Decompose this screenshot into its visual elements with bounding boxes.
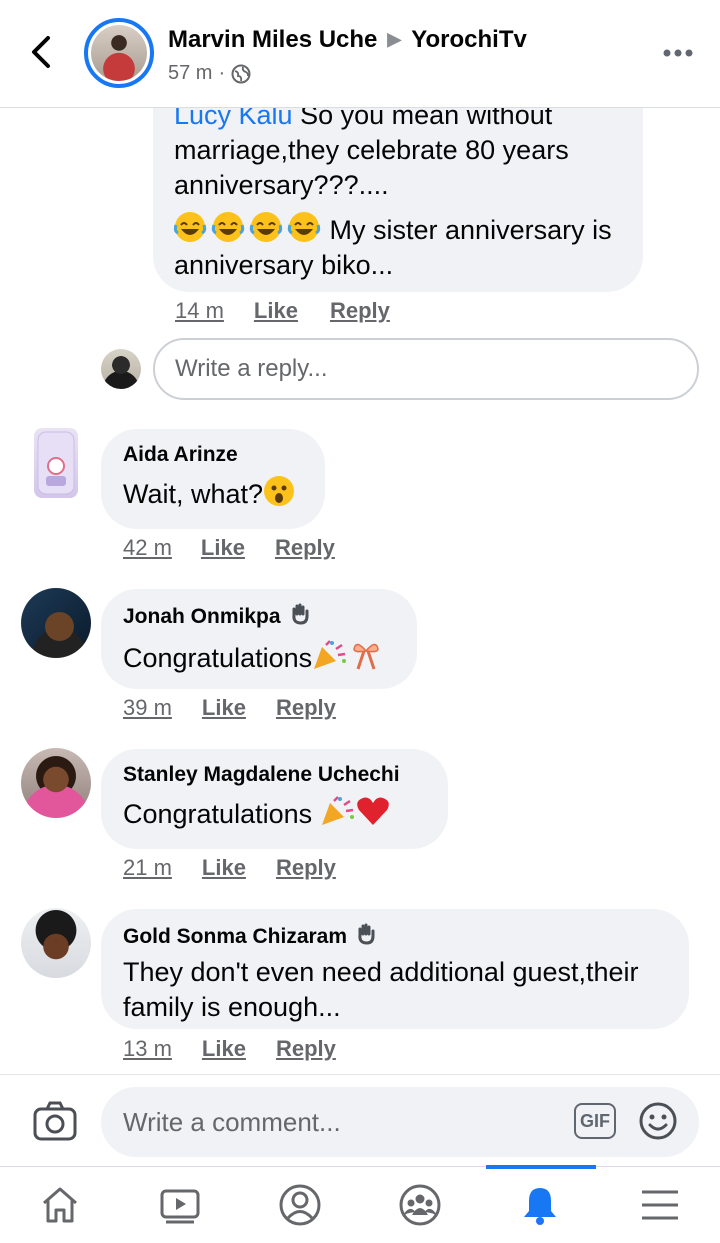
reply-button[interactable]: Reply	[276, 695, 336, 721]
like-button[interactable]: Like	[202, 855, 246, 881]
like-button[interactable]: Like	[202, 695, 246, 721]
comment-actions: 13 m Like Reply	[123, 1036, 336, 1062]
groups-icon	[399, 1184, 441, 1226]
reply-placeholder: Write a reply...	[175, 355, 328, 382]
like-button[interactable]: Like	[202, 1036, 246, 1062]
comment-author[interactable]: Stanley Magdalene Uchechi	[123, 763, 426, 787]
comment-time[interactable]: 21 m	[123, 855, 172, 881]
comment-author-line: Jonah Onmikpa	[123, 603, 395, 631]
comment-composer: Write a comment... GIF	[0, 1074, 720, 1167]
waving-hand-badge-icon	[289, 603, 311, 631]
comment-time[interactable]: 42 m	[123, 535, 172, 561]
like-button[interactable]: Like	[254, 298, 298, 324]
laughing-emoji-icon	[174, 212, 330, 245]
reply-button[interactable]: Reply	[275, 535, 335, 561]
reply-button[interactable]: Reply	[276, 1036, 336, 1062]
avatar[interactable]	[21, 748, 91, 818]
home-icon	[43, 1187, 77, 1223]
avatar[interactable]	[21, 588, 91, 658]
my-avatar	[101, 349, 141, 389]
author-avatar[interactable]	[84, 18, 154, 88]
post-page-name[interactable]: YorochiTv	[411, 26, 527, 53]
reply-bubble[interactable]: Lucy Kalu So you mean without marriage,t…	[153, 80, 643, 292]
post-author-name[interactable]: Marvin Miles Uche	[168, 26, 377, 53]
post-author-line: Marvin Miles Uche ▶ YorochiTv	[168, 26, 527, 54]
profile-icon	[279, 1184, 321, 1226]
notifications-icon	[524, 1188, 556, 1225]
bottom-tab-bar	[0, 1165, 720, 1243]
party-popper-emoji-icon	[320, 796, 356, 829]
shared-to-arrow-icon: ▶	[387, 29, 402, 49]
menu-icon	[642, 1190, 678, 1220]
comment-time[interactable]: 39 m	[123, 695, 172, 721]
reply-actions: 14 m Like Reply	[175, 298, 390, 324]
comment-placeholder: Write a comment...	[123, 1106, 341, 1137]
comment-author[interactable]: Jonah Onmikpa	[123, 605, 281, 629]
comment-bubble[interactable]: Gold Sonma Chizaram They don't even need…	[101, 909, 689, 1029]
party-popper-emoji-icon	[312, 640, 348, 673]
comment-text: Wait, what?	[123, 475, 303, 512]
red-heart-emoji-icon	[356, 797, 390, 829]
reply-input[interactable]: Write a reply...	[153, 338, 699, 400]
tab-profile[interactable]	[240, 1167, 360, 1243]
gif-button[interactable]: GIF	[574, 1103, 616, 1139]
waving-hand-badge-icon	[355, 923, 377, 951]
comment-actions: 39 m Like Reply	[123, 695, 336, 721]
tab-watch[interactable]	[120, 1167, 240, 1243]
back-arrow-icon[interactable]	[26, 34, 56, 70]
comment-actions: 21 m Like Reply	[123, 855, 336, 881]
comment-bubble[interactable]: Jonah Onmikpa Congratulations	[101, 589, 417, 689]
comment-author[interactable]: Aida Arinze	[123, 443, 303, 467]
tab-home[interactable]	[0, 1167, 120, 1243]
tab-notifications[interactable]	[480, 1167, 600, 1243]
comment-author-line: Gold Sonma Chizaram	[123, 923, 667, 951]
more-options-icon[interactable]	[662, 40, 694, 66]
ribbon-gift-emoji-icon	[348, 643, 384, 673]
reply-time[interactable]: 14 m	[175, 298, 224, 324]
post-meta: 57 m ·	[168, 62, 251, 85]
camera-icon[interactable]	[32, 1099, 78, 1145]
reply-button[interactable]: Reply	[276, 855, 336, 881]
reply-text-2: My sister anniversary is anniversary bik…	[174, 211, 623, 283]
meta-separator: ·	[218, 62, 226, 84]
astonished-emoji-icon	[263, 476, 295, 509]
comment-author[interactable]: Gold Sonma Chizaram	[123, 925, 347, 949]
watch-icon	[160, 1189, 200, 1224]
avatar[interactable]	[21, 908, 91, 978]
globe-icon	[231, 64, 251, 83]
avatar[interactable]	[34, 428, 78, 498]
smiley-icon[interactable]	[638, 1101, 678, 1141]
reply-text-1: Lucy Kalu So you mean without marriage,t…	[174, 100, 569, 200]
comment-bubble[interactable]: Aida Arinze Wait, what?	[101, 429, 325, 529]
comment-time[interactable]: 13 m	[123, 1036, 172, 1062]
comment-text: They don't even need additional guest,th…	[123, 957, 639, 1022]
tab-menu[interactable]	[600, 1167, 720, 1243]
comment-text: Congratulations	[123, 639, 395, 676]
tab-groups[interactable]	[360, 1167, 480, 1243]
reply-button[interactable]: Reply	[330, 298, 390, 324]
comment-actions: 42 m Like Reply	[123, 535, 335, 561]
post-time[interactable]: 57 m	[168, 62, 212, 85]
comment-text: Congratulations	[123, 795, 426, 832]
post-header: Marvin Miles Uche ▶ YorochiTv 57 m ·	[0, 0, 720, 108]
like-button[interactable]: Like	[201, 535, 245, 561]
comment-bubble[interactable]: Stanley Magdalene Uchechi Congratulation…	[101, 749, 448, 849]
